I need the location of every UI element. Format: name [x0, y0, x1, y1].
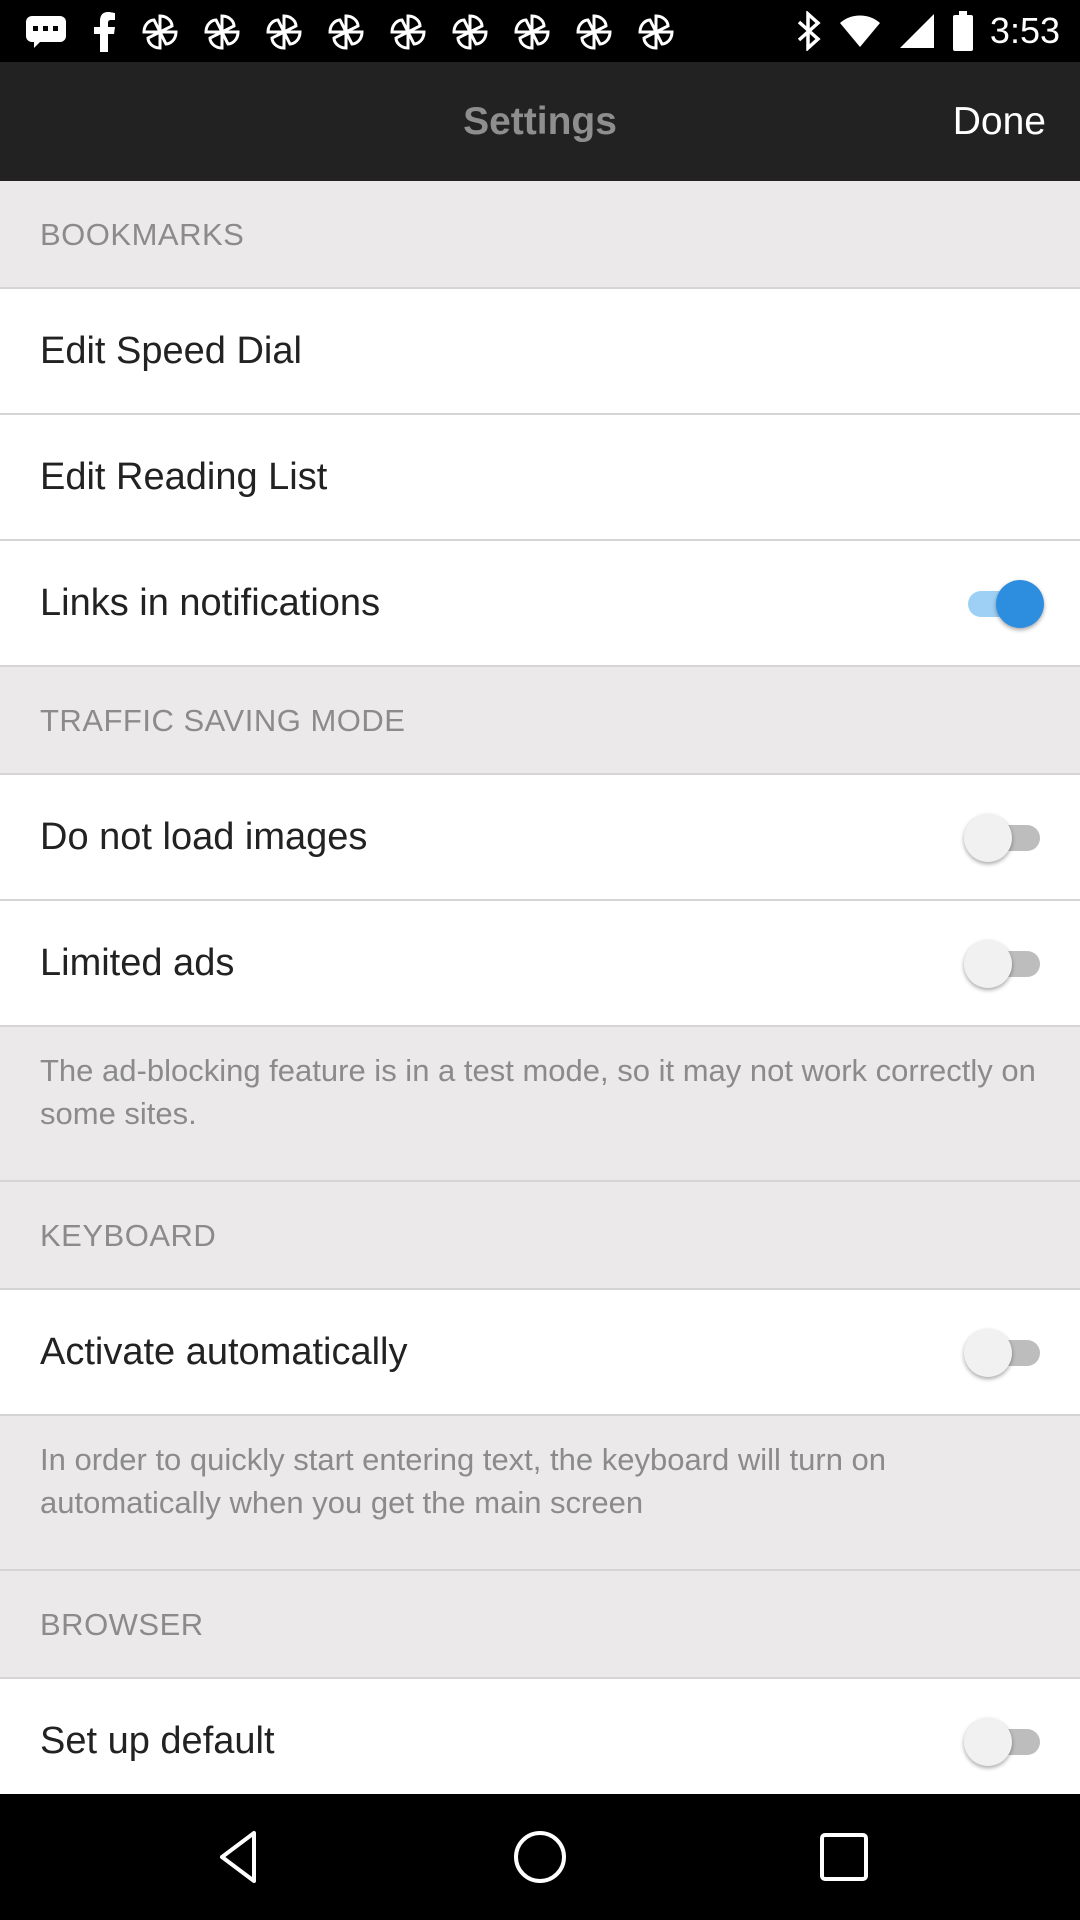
activate-automatically-label: Activate automatically [40, 1331, 408, 1373]
set-up-default-toggle[interactable] [964, 1717, 1044, 1767]
pinwheel-icon [204, 14, 240, 50]
section-header-traffic-saving-mode: TRAFFIC SAVING MODE [0, 667, 1080, 775]
wifi-icon [839, 15, 880, 47]
recents-icon[interactable] [814, 1827, 874, 1887]
section-header-keyboard: KEYBOARD [0, 1182, 1080, 1290]
pinwheel-icon [142, 14, 178, 50]
toggle-knob [996, 580, 1044, 628]
system-icons: 3:53 [796, 8, 1060, 54]
signal-icon [899, 14, 934, 48]
edit-reading-list-item[interactable]: Edit Reading List [0, 415, 1080, 541]
set-up-default-item[interactable]: Set up default [0, 1679, 1080, 1794]
pinwheel-icon [266, 14, 302, 50]
battery-icon [952, 11, 973, 51]
page-title: Settings [463, 100, 617, 143]
toggle-knob [964, 814, 1012, 862]
app-bar: Settings Done [0, 62, 1080, 181]
pinwheel-icon [514, 14, 550, 50]
pinwheel-icon [328, 14, 364, 50]
pinwheel-icon [638, 14, 674, 50]
status-bar: 3:53 [0, 0, 1080, 62]
status-time: 3:53 [989, 10, 1060, 51]
done-button[interactable]: Done [953, 62, 1046, 181]
edit-speed-dial-label: Edit Speed Dial [40, 330, 302, 372]
pinwheel-icon [452, 14, 488, 50]
activate-automatically-item[interactable]: Activate automatically [0, 1290, 1080, 1416]
toggle-knob [964, 1718, 1012, 1766]
do-not-load-images-item[interactable]: Do not load images [0, 775, 1080, 901]
pinwheel-icon [390, 14, 426, 50]
toggle-knob [964, 940, 1012, 988]
section-header-browser: BROWSER [0, 1571, 1080, 1679]
links-in-notifications-toggle[interactable] [964, 579, 1044, 629]
ad-blocking-note: The ad-blocking feature is in a test mod… [0, 1027, 1080, 1182]
screen: 3:53 Settings Done BOOKMARKS Edit Speed … [0, 0, 1080, 1920]
activate-automatically-toggle[interactable] [964, 1328, 1044, 1378]
section-header-bookmarks: BOOKMARKS [0, 181, 1080, 289]
home-icon[interactable] [510, 1827, 570, 1887]
keyboard-note: In order to quickly start entering text,… [0, 1416, 1080, 1571]
links-in-notifications-label: Links in notifications [40, 582, 381, 624]
bluetooth-icon [797, 11, 821, 51]
edit-speed-dial-item[interactable]: Edit Speed Dial [0, 289, 1080, 415]
do-not-load-images-toggle[interactable] [964, 813, 1044, 863]
limited-ads-label: Limited ads [40, 942, 235, 984]
limited-ads-toggle[interactable] [964, 939, 1044, 989]
toggle-knob [964, 1329, 1012, 1377]
back-icon[interactable] [210, 1827, 270, 1887]
edit-reading-list-label: Edit Reading List [40, 456, 328, 498]
pinwheel-icon [576, 14, 612, 50]
message-icon [26, 16, 66, 48]
notification-icons [24, 10, 676, 54]
limited-ads-item[interactable]: Limited ads [0, 901, 1080, 1027]
navigation-bar [0, 1794, 1080, 1920]
links-in-notifications-item[interactable]: Links in notifications [0, 541, 1080, 667]
do-not-load-images-label: Do not load images [40, 816, 368, 858]
set-up-default-label: Set up default [40, 1720, 275, 1762]
settings-list[interactable]: BOOKMARKS Edit Speed Dial Edit Reading L… [0, 181, 1080, 1794]
facebook-icon [94, 12, 115, 52]
